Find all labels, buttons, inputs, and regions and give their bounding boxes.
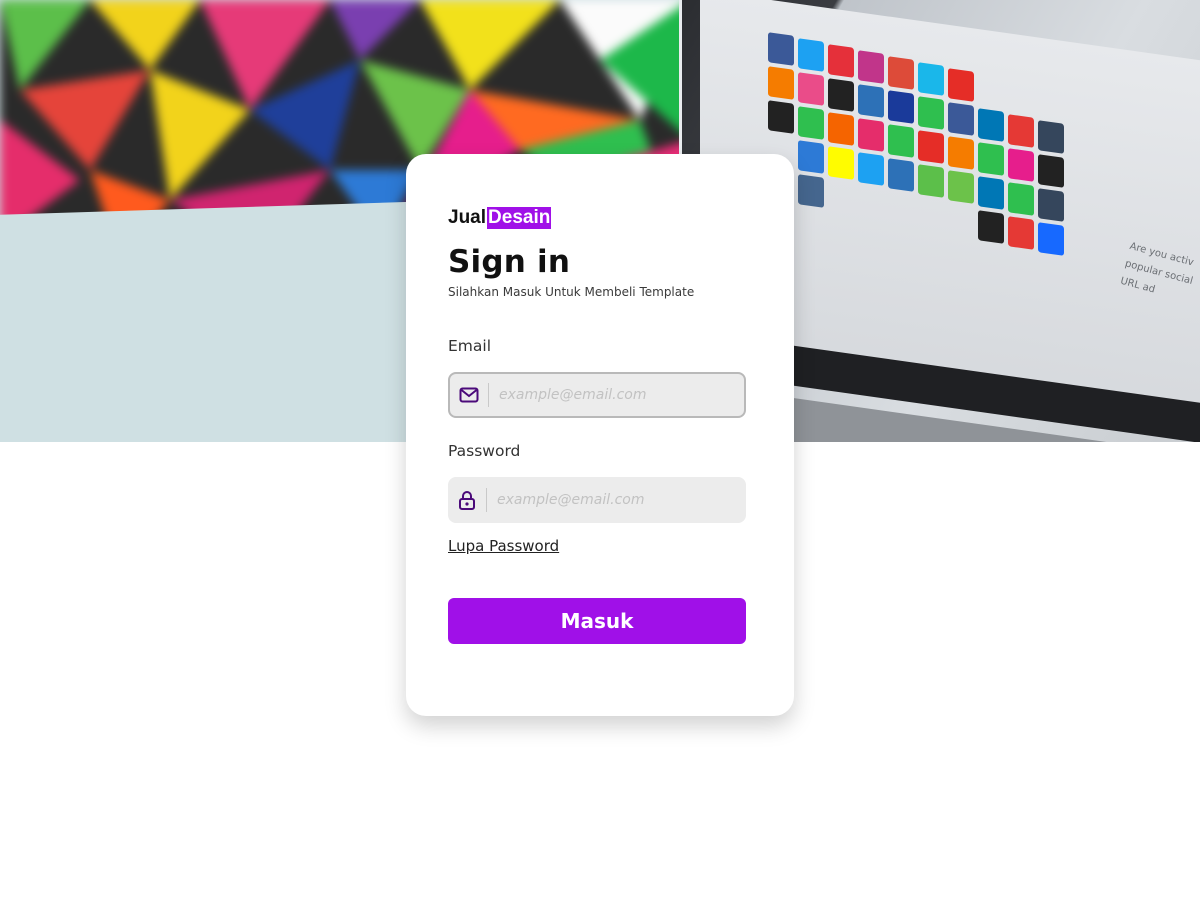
- vk-tile-icon: [798, 174, 824, 208]
- brand-logo[interactable]: Jual Desain: [448, 206, 746, 230]
- email-input[interactable]: [489, 374, 744, 416]
- mail-icon: [450, 374, 488, 416]
- github-tile-icon: [768, 100, 794, 134]
- vimeo-tile-icon: [918, 62, 944, 96]
- forgot-password-link[interactable]: Lupa Password: [448, 537, 559, 555]
- behance-tile-icon: [828, 78, 854, 112]
- brand-name-part1: Jual: [448, 207, 487, 228]
- rss-tile-icon: [948, 136, 974, 170]
- dribbble-tile-icon: [798, 72, 824, 106]
- stumbleupon-tile-icon: [888, 158, 914, 192]
- youtube-tile-icon: [948, 68, 974, 102]
- email-field[interactable]: [448, 372, 746, 418]
- xing-tile-icon: [918, 96, 944, 130]
- lock-icon: [448, 477, 486, 523]
- deviantart-tile-icon: [888, 90, 914, 124]
- yelp-tile-icon: [1008, 216, 1034, 250]
- linkedin-alt-tile-icon: [978, 176, 1004, 210]
- foursquare-tile-icon: [858, 118, 884, 152]
- ghost-tile-icon: [828, 146, 854, 180]
- blogger-tile-icon: [768, 66, 794, 100]
- mail-tile-icon: [888, 124, 914, 158]
- flickr-tile-icon: [1008, 148, 1034, 182]
- signin-submit-button[interactable]: Masuk: [448, 598, 746, 644]
- password-field[interactable]: [448, 477, 746, 523]
- page-title: Sign in: [448, 244, 571, 280]
- etsy-tile-icon: [828, 112, 854, 146]
- camera-tile-icon: [918, 164, 944, 198]
- email-label: Email: [448, 337, 492, 355]
- reddit-tile-icon: [1008, 114, 1034, 148]
- password-label: Password: [448, 442, 521, 460]
- tumblr-tile-icon: [1038, 120, 1064, 154]
- facebook-tile-icon: [768, 32, 794, 66]
- android-tile-icon: [948, 170, 974, 204]
- behance-alt-tile-icon: [1038, 222, 1064, 256]
- cloud-tile-icon: [1038, 188, 1064, 222]
- password-input[interactable]: [487, 477, 746, 523]
- kik-tile-icon: [1008, 182, 1034, 216]
- lastfm-tile-icon: [918, 130, 944, 164]
- medium-tile-icon: [1038, 154, 1064, 188]
- skype-tile-icon: [858, 152, 884, 186]
- linkedin-tile-icon: [978, 108, 1004, 142]
- google-plus-tile-icon: [888, 56, 914, 90]
- twitter-tile-icon: [798, 38, 824, 72]
- signin-card: Jual Desain Sign in Silahkan Masuk Untuk …: [406, 154, 794, 716]
- page-subtitle: Silahkan Masuk Untuk Membeli Template: [448, 285, 695, 299]
- share-tile-icon: [948, 102, 974, 136]
- snapchat-tile-icon: [798, 140, 824, 174]
- delicious-tile-icon: [858, 84, 884, 118]
- pinterest-tile-icon: [828, 44, 854, 78]
- brand-name-part2: Desain: [487, 207, 552, 229]
- instagram-tile-icon: [858, 50, 884, 84]
- chat-tile-icon: [798, 106, 824, 140]
- swift-tile-icon: [978, 210, 1004, 244]
- evernote-tile-icon: [978, 142, 1004, 176]
